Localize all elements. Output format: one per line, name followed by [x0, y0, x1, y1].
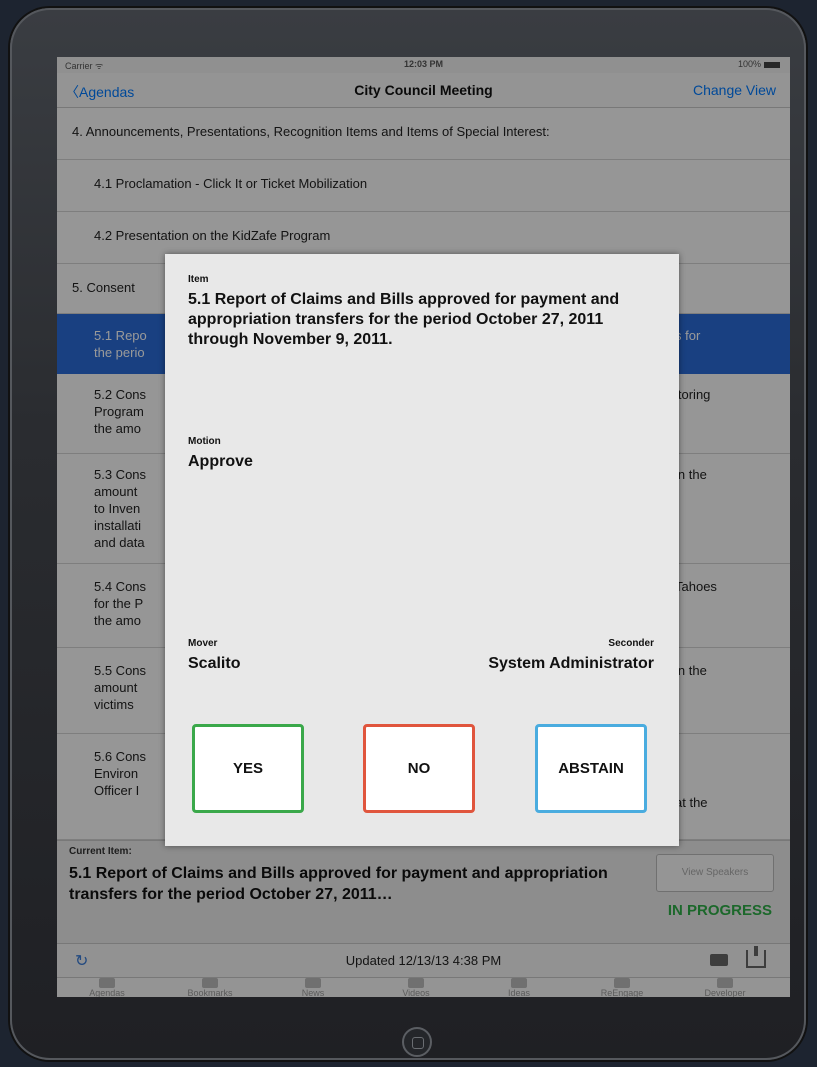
item-label: Item — [188, 274, 209, 285]
screen: Carrier ᯤ 12:03 PM 100% 〈Agendas City Co… — [57, 57, 790, 997]
mover-label: Mover — [188, 638, 218, 649]
seconder-value: System Administrator — [488, 655, 654, 672]
vote-abstain-button[interactable]: ABSTAIN — [535, 724, 647, 813]
vote-dialog: Item 5.1 Report of Claims and Bills appr… — [165, 254, 679, 846]
vote-no-button[interactable]: NO — [363, 724, 475, 813]
item-text: 5.1 Report of Claims and Bills approved … — [188, 291, 620, 348]
vote-yes-button[interactable]: YES — [192, 724, 304, 813]
mover-value: Scalito — [188, 655, 241, 672]
motion-value: Approve — [188, 453, 253, 470]
seconder-label: Seconder — [608, 638, 654, 649]
home-button[interactable] — [402, 1027, 432, 1057]
motion-label: Motion — [188, 436, 221, 447]
